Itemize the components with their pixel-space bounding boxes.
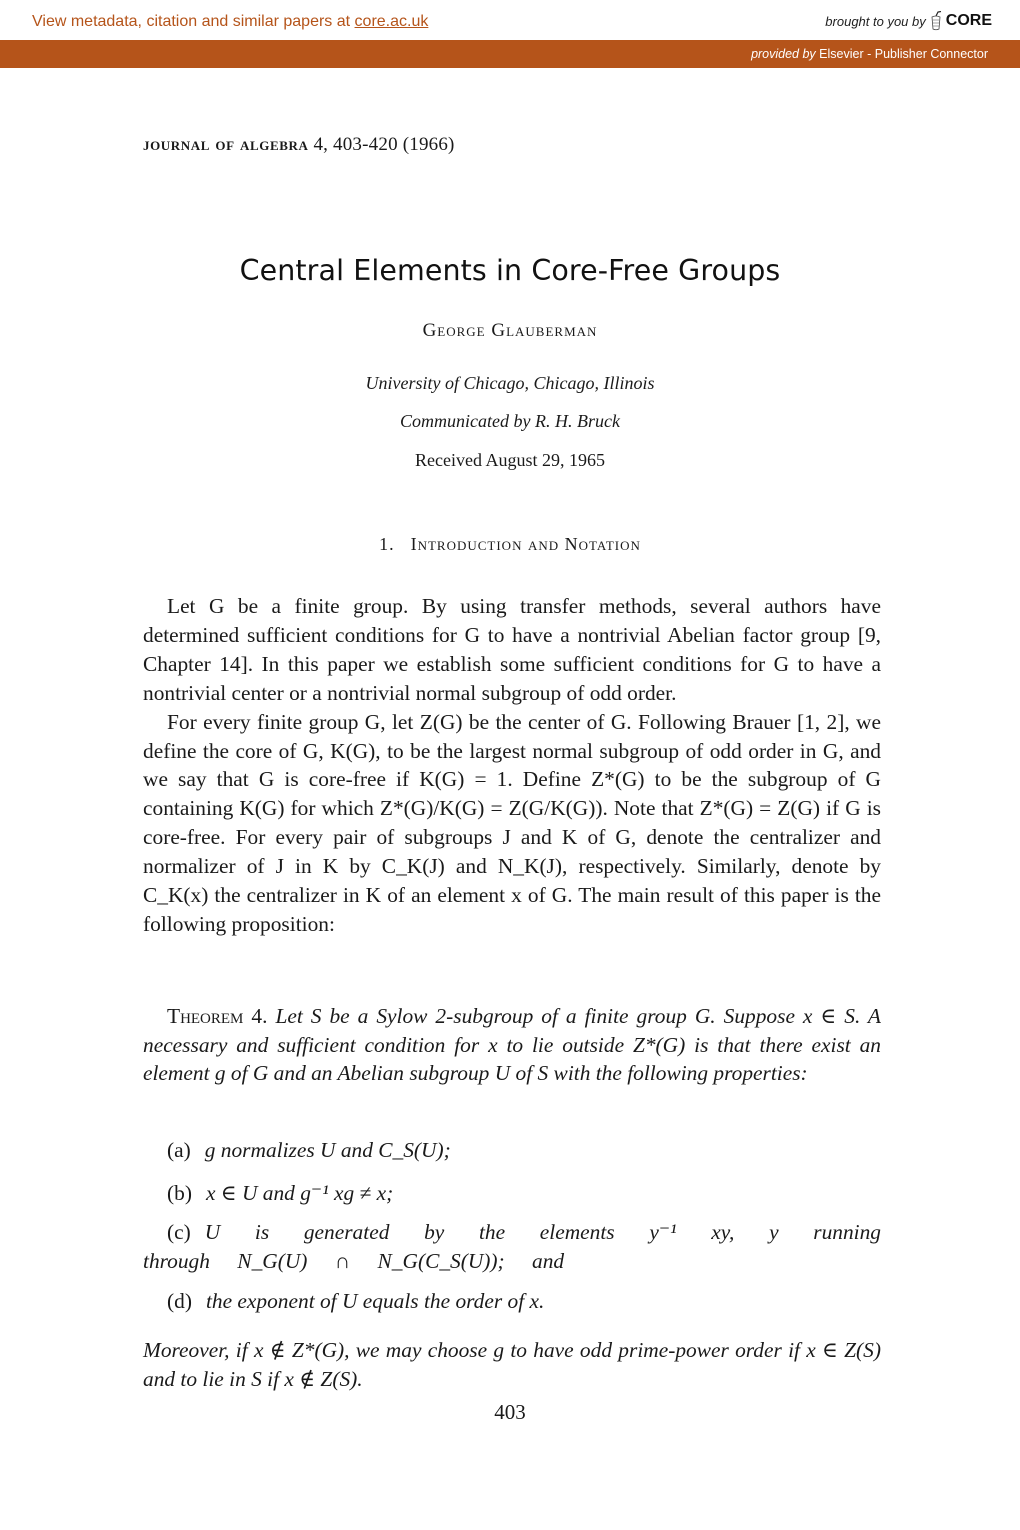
item-label: (c) <box>167 1220 191 1244</box>
core-metadata-prefix: View metadata, citation and similar pape… <box>32 13 355 30</box>
journal-reference: Journal of Algebra 4, 403-420 (1966) <box>143 134 455 156</box>
theorem-item: (a) g normalizes U and C_S(U); <box>143 1136 881 1165</box>
theorem-item: (d) the exponent of U equals the order of… <box>143 1287 881 1316</box>
section-title: Introduction and Notation <box>410 534 641 554</box>
core-brought-to-you[interactable]: brought to you by CORE <box>825 10 992 31</box>
theorem-block: Theorem 4. Let S be a Sylow 2-subgroup o… <box>143 1002 881 1088</box>
item-text: g normalizes U and C_S(U); <box>204 1138 451 1162</box>
paper-title: Central Elements in Core-Free Groups <box>239 254 781 287</box>
author-affiliation: University of Chicago, Chicago, Illinois <box>365 373 655 393</box>
body-text: Let G be a finite group. By using transf… <box>143 592 881 939</box>
paper-author: George Glauberman <box>422 320 598 341</box>
item-label: (d) <box>167 1289 192 1313</box>
section-heading: 1. Introduction and Notation <box>0 534 1020 555</box>
item-text: the exponent of U equals the order of x. <box>205 1289 545 1313</box>
core-apple-logo-icon <box>929 10 943 31</box>
communicated-by: Communicated by R. H. Bruck <box>400 411 620 431</box>
item-text: U is generated by the elements y⁻¹ xy, y… <box>143 1220 881 1273</box>
provided-by-label: provided by <box>751 47 816 61</box>
core-provided-by: provided by Elsevier - Publisher Connect… <box>751 47 988 61</box>
paragraph: For every finite group G, let Z(G) be th… <box>143 709 881 936</box>
page-number: 403 <box>494 1400 526 1424</box>
item-label: (a) <box>167 1138 191 1162</box>
section-number: 1. <box>379 534 395 554</box>
theorem-moreover: Moreover, if x ∉ Z*(G), we may choose g … <box>143 1338 881 1391</box>
journal-name: Journal of Algebra <box>143 134 309 155</box>
core-banner: View metadata, citation and similar pape… <box>0 0 1020 40</box>
theorem-item: (c) U is generated by the elements y⁻¹ xy… <box>143 1218 881 1275</box>
core-metadata-line: View metadata, citation and similar pape… <box>32 13 428 31</box>
provider-name: Elsevier - Publisher Connector <box>819 47 988 61</box>
theorem-label: Theorem 4. <box>167 1004 268 1028</box>
journal-details: 4, 403-420 (1966) <box>313 134 455 155</box>
brought-to-you-text: brought to you by <box>825 13 926 29</box>
item-text: x ∈ U and g⁻¹ xg ≠ x; <box>205 1181 394 1205</box>
paragraph: Let G be a finite group. By using transf… <box>143 594 881 705</box>
item-label: (b) <box>167 1181 192 1205</box>
received-date: Received August 29, 1965 <box>415 450 605 470</box>
core-brand: CORE <box>945 12 992 29</box>
core-link[interactable]: core.ac.uk <box>355 13 429 30</box>
theorem-item: (b) x ∈ U and g⁻¹ xg ≠ x; <box>143 1179 881 1208</box>
